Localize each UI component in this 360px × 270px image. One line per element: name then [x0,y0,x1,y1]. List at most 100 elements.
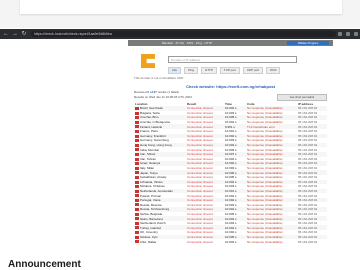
flag-icon [135,189,139,193]
location-text: Russia, St Petersburg [140,207,170,212]
location-text: Ukraine, Kyiv [140,234,158,239]
tab-tcp-port[interactable]: TCP port [219,67,240,74]
location-text: Israel, Netanya [140,161,161,166]
tab-http[interactable]: HTTP [201,67,217,74]
location-text: Russia, Moscow [140,202,162,207]
flag-icon [135,139,139,143]
table-row: Kazakhstan, Almaty Connection timeout 10.0… [134,175,327,180]
table-row: USA, Dallas Connection timeout 10.003 s No … [134,239,327,244]
table-row: Netherlands, Amsterdam Connection timeout… [134,188,327,194]
flag-icon [135,203,139,207]
top-background [0,0,360,28]
table-row: Brazil, Sao Paulo Connection timeout 10.00… [134,106,327,111]
table-row: Germany, Frankfurt Connection timeout 10.0… [134,133,327,139]
flag-icon [135,107,139,110]
flag-icon [135,175,139,179]
cdn-notice: This domain is not in Cloudflare CDN [134,76,184,80]
tab-info[interactable]: Info [168,67,182,74]
location-text: India, Mumbai [140,147,159,152]
table-row: Switzerland, Zurich Connection timeout 10.… [134,221,327,226]
location-text: Brazil, Sao Paulo [140,106,164,111]
flag-icon [135,198,139,202]
flag-icon [135,129,139,133]
flag-icon [135,171,139,175]
flag-icon [135,111,139,115]
flag-icon [135,235,139,239]
flag-icon [135,226,139,230]
browser-toolbar: ← → ↻ https://check-host.net/check-repor… [0,29,360,39]
location-text: Germany, Nuremberg [140,138,169,143]
flag-icon [135,212,139,216]
summary-prefix: Received [134,90,147,94]
location-text: Finland, Helsinki [140,124,163,129]
flag-icon [135,120,139,124]
location-text: Czechia, C.Budejovice [140,120,171,125]
location-text: Bulgaria, Sofia [140,110,160,115]
location-text: Hong Kong, Hong Kong [140,143,172,148]
flag-icon [135,185,139,189]
table-row: Lithuania, Vilnius Connection timeout 10.0… [134,179,327,185]
time-cell: 10.003 s [225,239,237,244]
flag-icon [135,116,139,120]
search-input[interactable]: Domain or IP address [168,56,297,63]
table-row: Germany, Nuremberg Connection timeout 10.0… [134,138,327,143]
location-text: Kazakhstan, Almaty [140,175,167,180]
site-header-strip: Blacklist · IP info · DNS · Ping · HTTP … [128,40,333,46]
flag-icon [135,148,139,152]
tab-udp-port[interactable]: UDP port [242,67,264,74]
flag-icon [135,208,139,212]
back-icon[interactable]: ← [3,31,9,37]
results-summary: Received 0 of 37 results (1 failed) [134,90,179,94]
location-text: Netherlands, Amsterdam [140,188,174,193]
table-row: Czechia, C.Budejovice Connection timeout 1… [134,120,327,125]
tab-ping[interactable]: Ping [184,67,199,74]
location-text: Spain, Barcelona [140,216,163,221]
flag-icon [135,162,139,166]
location-text: Germany, Frankfurt [140,133,166,138]
location-text: UK, Coventry [140,230,158,235]
check-title[interactable]: Check website: https://ecnft.com.ng/reha… [128,84,333,89]
announcement-heading: Announcement [8,259,81,270]
flag-icon [135,217,139,221]
url-text: https://check-host.net/check-report/1aa9… [34,32,112,36]
tab-dns[interactable]: DNS [266,67,281,74]
location-text: Italy, Milan [140,166,155,171]
permalink-button[interactable]: Get short permalink [277,94,327,101]
location-text: Serbia, Belgrade [140,211,163,216]
flag-icon [135,240,139,244]
table-row: Russia, St Petersburg Connection timeout 1… [134,207,327,212]
flag-icon [135,143,139,147]
address-bar[interactable]: https://check-host.net/check-report/1aa9… [31,31,336,37]
top-card [20,0,342,14]
site-logo-icon[interactable] [138,52,159,70]
affiliate-button[interactable]: Affiliate Program [287,41,329,45]
flag-icon [135,152,139,156]
location-text: Turkey, Istanbul [140,225,162,230]
flag-icon [135,180,139,184]
location-text: Japan, Tokyo [140,170,158,175]
location-text: Moldova, Chisinau [140,184,165,189]
menu-icon[interactable] [354,32,358,36]
check-type-tabs: Info Ping HTTP TCP port UDP port DNS [168,67,281,74]
extension-icon[interactable] [338,32,342,36]
flag-icon [135,134,139,138]
header-links[interactable]: Blacklist · IP info · DNS · Ping · HTTP [162,41,212,45]
results-timestamp: Results on Wed Jan 11 10:28:45 UTC 2023 [134,95,192,99]
profile-icon[interactable] [346,32,350,36]
flag-icon [135,194,139,198]
check-host-page: Blacklist · IP info · DNS · Ping · HTTP … [128,40,333,266]
location-text: Iran, Shiraz [140,152,156,157]
forward-icon[interactable]: → [12,31,18,37]
flag-icon [135,221,139,225]
table-row: Spain, Barcelona Connection timeout 10.002… [134,216,327,221]
table-row: Hong Kong, Hong Kong Connection timeout 10… [134,142,327,148]
summary-suffix: results (1 failed) [157,90,180,94]
flag-icon [135,125,139,129]
location-text: Switzerland, Zurich [140,221,166,226]
reload-icon[interactable]: ↻ [21,31,27,37]
location-text: Portugal, Viana [140,198,161,203]
flag-icon [135,166,139,170]
location-text: France, Paris [140,129,158,134]
summary-count: 0 of 37 [147,90,157,94]
result-cell[interactable]: Connection timeout [186,239,224,244]
